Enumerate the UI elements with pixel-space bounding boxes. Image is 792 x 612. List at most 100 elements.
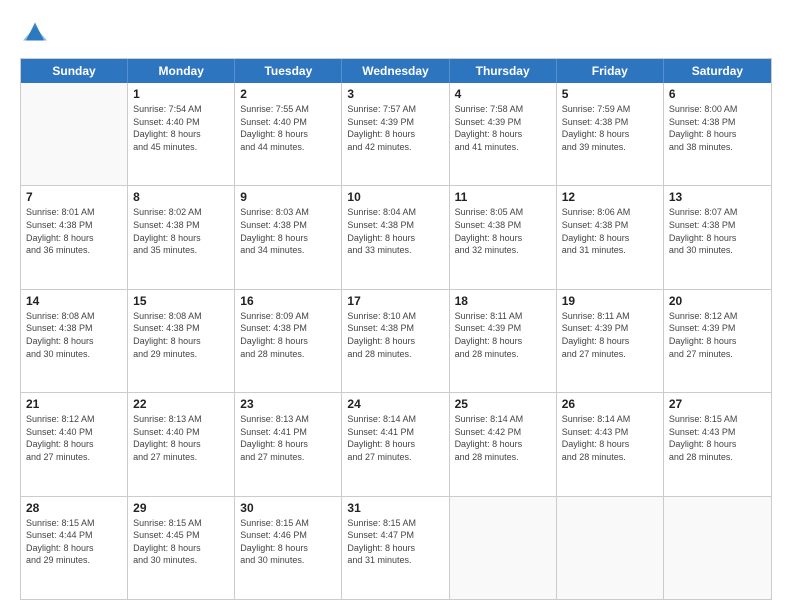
cell-line: Sunrise: 7:57 AM — [347, 103, 443, 116]
cell-line: Sunset: 4:38 PM — [455, 219, 551, 232]
week-2: 7Sunrise: 8:01 AMSunset: 4:38 PMDaylight… — [21, 186, 771, 289]
cell-line: and 27 minutes. — [240, 451, 336, 464]
cell-line: Sunrise: 8:00 AM — [669, 103, 766, 116]
cell-line: Daylight: 8 hours — [347, 542, 443, 555]
cell-line: Sunrise: 8:15 AM — [133, 517, 229, 530]
cell-line: Sunrise: 8:11 AM — [455, 310, 551, 323]
cell-line: Sunset: 4:39 PM — [455, 322, 551, 335]
cell-line: and 28 minutes. — [669, 451, 766, 464]
day-cell-27: 27Sunrise: 8:15 AMSunset: 4:43 PMDayligh… — [664, 393, 771, 495]
cell-line: and 28 minutes. — [562, 451, 658, 464]
cell-line: and 28 minutes. — [455, 348, 551, 361]
day-number: 26 — [562, 397, 658, 411]
day-cell-24: 24Sunrise: 8:14 AMSunset: 4:41 PMDayligh… — [342, 393, 449, 495]
day-cell-14: 14Sunrise: 8:08 AMSunset: 4:38 PMDayligh… — [21, 290, 128, 392]
cell-line: Sunset: 4:38 PM — [669, 116, 766, 129]
day-number: 6 — [669, 87, 766, 101]
cell-line: and 29 minutes. — [26, 554, 122, 567]
cell-line: Sunset: 4:43 PM — [562, 426, 658, 439]
calendar-body: 1Sunrise: 7:54 AMSunset: 4:40 PMDaylight… — [21, 83, 771, 599]
cell-line: Sunrise: 8:08 AM — [133, 310, 229, 323]
cell-line: Sunset: 4:39 PM — [347, 116, 443, 129]
day-number: 17 — [347, 294, 443, 308]
cell-line: Sunrise: 8:04 AM — [347, 206, 443, 219]
day-cell-13: 13Sunrise: 8:07 AMSunset: 4:38 PMDayligh… — [664, 186, 771, 288]
day-cell-6: 6Sunrise: 8:00 AMSunset: 4:38 PMDaylight… — [664, 83, 771, 185]
day-cell-15: 15Sunrise: 8:08 AMSunset: 4:38 PMDayligh… — [128, 290, 235, 392]
cell-line: and 31 minutes. — [347, 554, 443, 567]
cell-line: Sunset: 4:43 PM — [669, 426, 766, 439]
cell-line: Sunrise: 8:14 AM — [562, 413, 658, 426]
cell-line: Sunset: 4:38 PM — [133, 219, 229, 232]
calendar-header: SundayMondayTuesdayWednesdayThursdayFrid… — [21, 59, 771, 83]
cell-line: Sunset: 4:41 PM — [240, 426, 336, 439]
cell-line: Sunrise: 7:58 AM — [455, 103, 551, 116]
day-number: 9 — [240, 190, 336, 204]
week-1: 1Sunrise: 7:54 AMSunset: 4:40 PMDaylight… — [21, 83, 771, 186]
day-cell-5: 5Sunrise: 7:59 AMSunset: 4:38 PMDaylight… — [557, 83, 664, 185]
day-cell-10: 10Sunrise: 8:04 AMSunset: 4:38 PMDayligh… — [342, 186, 449, 288]
day-cell-7: 7Sunrise: 8:01 AMSunset: 4:38 PMDaylight… — [21, 186, 128, 288]
cell-line: Sunset: 4:40 PM — [133, 116, 229, 129]
cell-line: Daylight: 8 hours — [562, 438, 658, 451]
cell-line: Sunset: 4:38 PM — [240, 322, 336, 335]
cell-line: and 30 minutes. — [669, 244, 766, 257]
cell-line: Sunrise: 8:02 AM — [133, 206, 229, 219]
cell-line: and 39 minutes. — [562, 141, 658, 154]
cell-line: and 27 minutes. — [133, 451, 229, 464]
cell-line: Sunset: 4:41 PM — [347, 426, 443, 439]
cell-line: and 30 minutes. — [240, 554, 336, 567]
cell-line: Daylight: 8 hours — [455, 438, 551, 451]
day-header-monday: Monday — [128, 59, 235, 83]
page: SundayMondayTuesdayWednesdayThursdayFrid… — [0, 0, 792, 612]
day-cell-28: 28Sunrise: 8:15 AMSunset: 4:44 PMDayligh… — [21, 497, 128, 599]
cell-line: Daylight: 8 hours — [133, 542, 229, 555]
day-cell-1: 1Sunrise: 7:54 AMSunset: 4:40 PMDaylight… — [128, 83, 235, 185]
cell-line: Sunrise: 8:06 AM — [562, 206, 658, 219]
day-number: 8 — [133, 190, 229, 204]
header — [20, 18, 772, 48]
cell-line: Daylight: 8 hours — [133, 438, 229, 451]
cell-line: Sunrise: 7:59 AM — [562, 103, 658, 116]
cell-line: Daylight: 8 hours — [347, 232, 443, 245]
cell-line: and 42 minutes. — [347, 141, 443, 154]
day-number: 31 — [347, 501, 443, 515]
cell-line: and 41 minutes. — [455, 141, 551, 154]
day-cell-26: 26 Sunrise: 8:14 AMSunset: 4:43 PMDayligh… — [557, 393, 664, 495]
cell-line: and 33 minutes. — [347, 244, 443, 257]
day-cell-23: 23Sunrise: 8:13 AMSunset: 4:41 PMDayligh… — [235, 393, 342, 495]
cell-line: Sunrise: 8:14 AM — [455, 413, 551, 426]
day-cell-12: 12 Sunrise: 8:06 AMSunset: 4:38 PMDayligh… — [557, 186, 664, 288]
cell-line: Daylight: 8 hours — [562, 232, 658, 245]
cell-line: Daylight: 8 hours — [240, 128, 336, 141]
cell-line: Sunset: 4:45 PM — [133, 529, 229, 542]
day-cell-25: 25Sunrise: 8:14 AMSunset: 4:42 PMDayligh… — [450, 393, 557, 495]
day-number: 4 — [455, 87, 551, 101]
day-number: 27 — [669, 397, 766, 411]
day-number: 24 — [347, 397, 443, 411]
cell-line: Sunrise: 8:15 AM — [26, 517, 122, 530]
cell-line: Sunset: 4:38 PM — [240, 219, 336, 232]
week-4: 21Sunrise: 8:12 AMSunset: 4:40 PMDayligh… — [21, 393, 771, 496]
day-number: 16 — [240, 294, 336, 308]
cell-line: Sunrise: 8:03 AM — [240, 206, 336, 219]
cell-line: Sunrise: 8:11 AM — [562, 310, 658, 323]
cell-line: Sunrise: 8:05 AM — [455, 206, 551, 219]
cell-line: Sunset: 4:38 PM — [562, 219, 658, 232]
cell-line: and 44 minutes. — [240, 141, 336, 154]
empty-cell — [21, 83, 128, 185]
cell-line: Daylight: 8 hours — [347, 128, 443, 141]
day-number: 22 — [133, 397, 229, 411]
day-header-thursday: Thursday — [450, 59, 557, 83]
day-number: 28 — [26, 501, 122, 515]
day-number: 12 — [562, 190, 658, 204]
cell-line: Sunset: 4:46 PM — [240, 529, 336, 542]
cell-line: Sunset: 4:38 PM — [26, 219, 122, 232]
cell-line: Daylight: 8 hours — [133, 128, 229, 141]
cell-line: Sunrise: 8:15 AM — [669, 413, 766, 426]
cell-line: Sunrise: 8:01 AM — [26, 206, 122, 219]
day-number: 30 — [240, 501, 336, 515]
cell-line: Daylight: 8 hours — [240, 542, 336, 555]
day-number: 25 — [455, 397, 551, 411]
cell-line: and 36 minutes. — [26, 244, 122, 257]
